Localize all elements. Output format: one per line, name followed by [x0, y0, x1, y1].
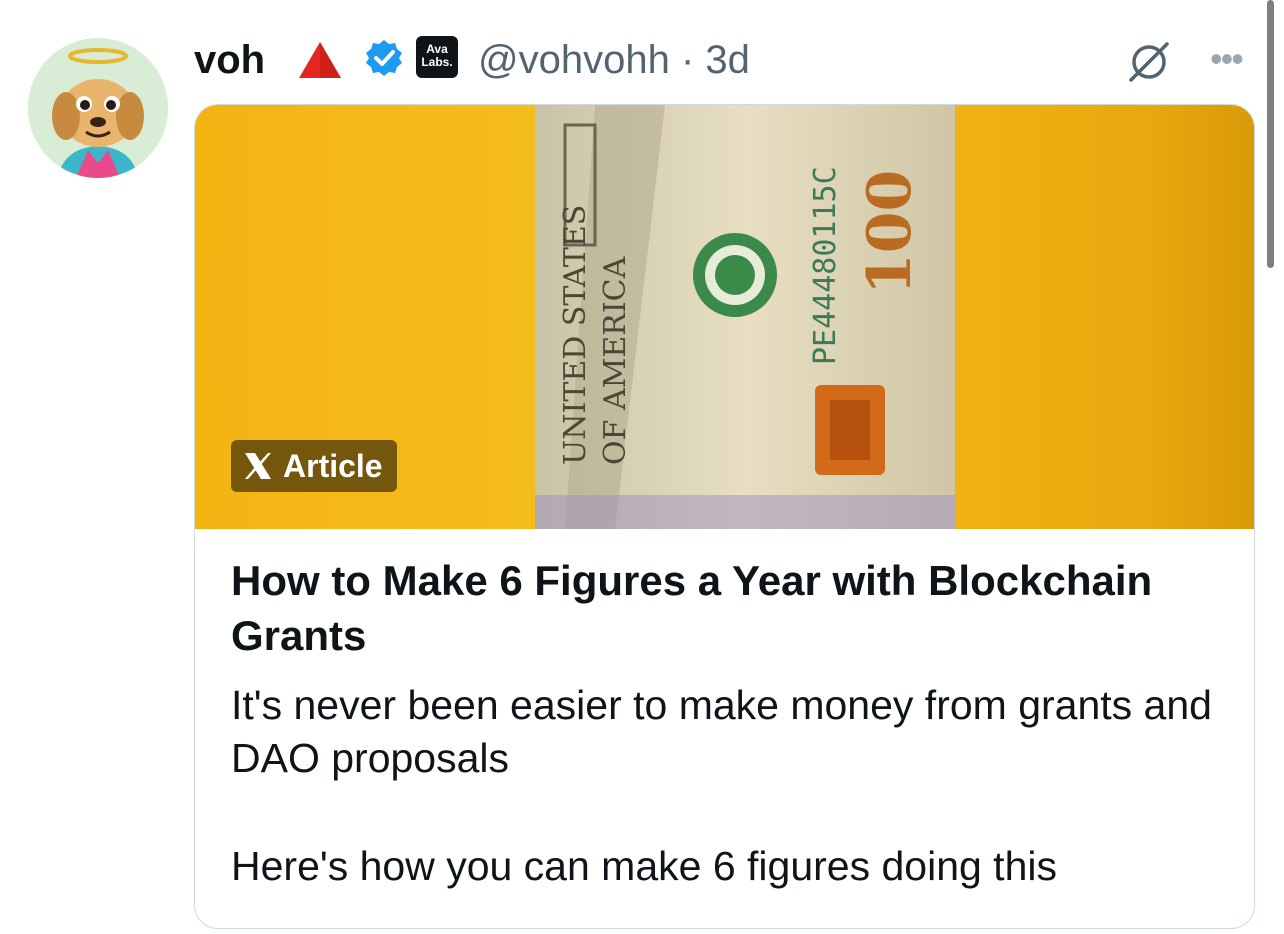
- verified-badge-icon[interactable]: [364, 38, 404, 78]
- grok-icon[interactable]: [1127, 40, 1171, 84]
- author-name[interactable]: voh: [194, 36, 265, 84]
- article-badge: Article: [231, 440, 397, 492]
- scrollbar[interactable]: [1267, 0, 1274, 268]
- avatar[interactable]: [28, 38, 168, 178]
- svg-text:UNITED STATES: UNITED STATES: [558, 205, 593, 465]
- hundred-dollar-bill-image: UNITED STATES OF AMERICA PE44480115C 100: [535, 105, 955, 529]
- svg-text:PE44480115C: PE44480115C: [808, 166, 843, 365]
- svg-text:100: 100: [855, 170, 925, 295]
- x-logo-icon: [245, 453, 271, 479]
- tweet-header: voh Ava Labs. @vohvohh · 3d •••: [194, 30, 1284, 90]
- more-options-icon[interactable]: •••: [1210, 38, 1244, 80]
- article-cover-image: UNITED STATES OF AMERICA PE44480115C 100…: [195, 105, 1254, 529]
- red-triangle-icon: [299, 42, 341, 78]
- ava-labs-label: Ava Labs.: [421, 42, 453, 69]
- article-title[interactable]: How to Make 6 Figures a Year with Blockc…: [231, 553, 1221, 663]
- article-badge-label: Article: [283, 447, 383, 484]
- dog-avatar-icon: [28, 38, 168, 178]
- article-description: It's never been easier to make money fro…: [231, 682, 1212, 781]
- article-card[interactable]: UNITED STATES OF AMERICA PE44480115C 100…: [194, 104, 1255, 929]
- ava-labs-badge-icon[interactable]: Ava Labs.: [416, 36, 458, 78]
- handle-and-timestamp[interactable]: @vohvohh · 3d: [478, 36, 750, 84]
- article-description-2: Here's how you can make 6 figures doing …: [231, 843, 1057, 889]
- svg-text:OF AMERICA: OF AMERICA: [598, 256, 633, 465]
